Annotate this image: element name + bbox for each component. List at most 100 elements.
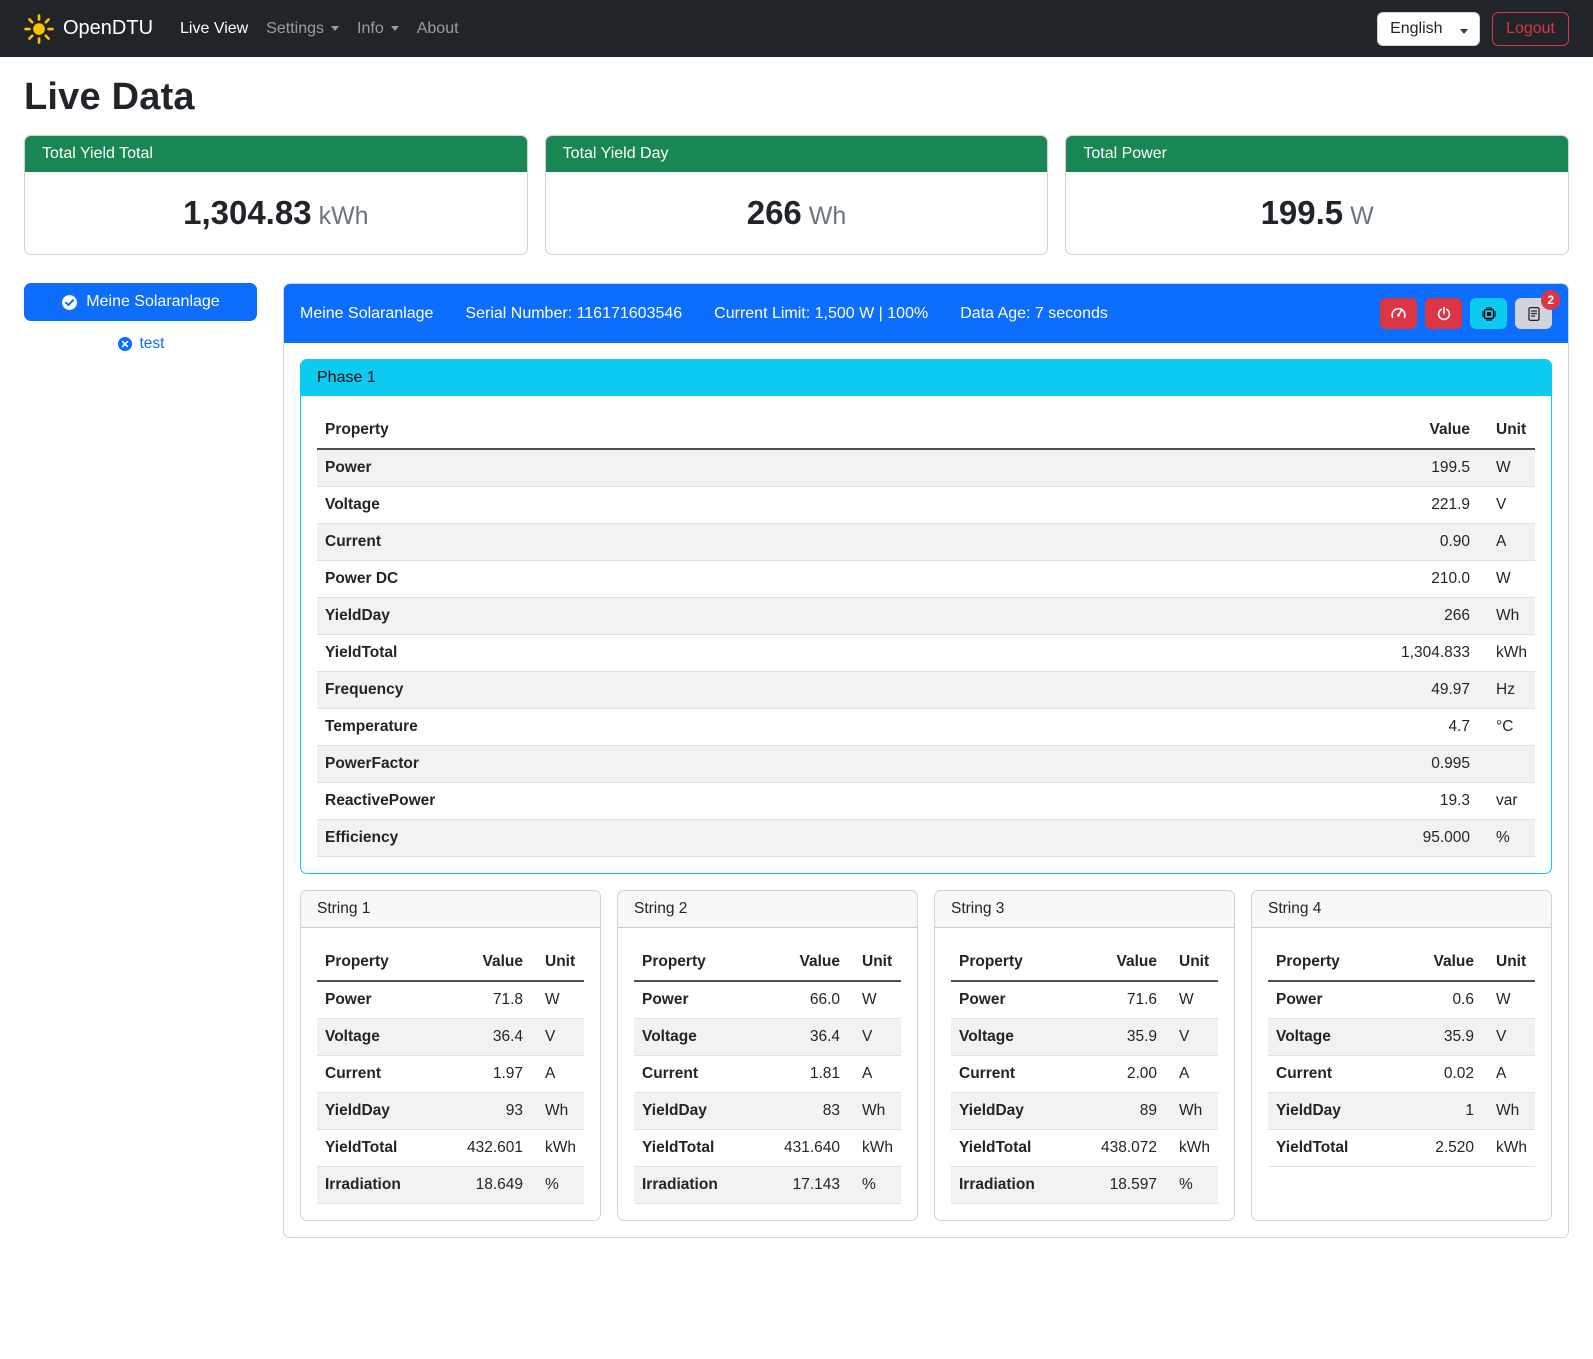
nav-about[interactable]: About <box>408 12 468 46</box>
value-cell: 17.143 <box>754 1167 848 1204</box>
header-property: Property <box>1268 944 1399 981</box>
phase-card: Phase 1 Property Value Unit Power199.5WV… <box>300 359 1552 874</box>
unit-cell: A <box>848 1056 901 1093</box>
string-table: Property Value Unit Power71.8WVoltage36.… <box>317 944 584 1204</box>
value-cell: 35.9 <box>1399 1019 1482 1056</box>
table-row: Current0.90A <box>317 524 1535 561</box>
x-circle-icon <box>117 336 133 352</box>
string-title: String 1 <box>301 891 600 928</box>
property-cell: Temperature <box>317 709 1011 746</box>
table-row: Current2.00A <box>951 1056 1218 1093</box>
table-row: YieldTotal432.601kWh <box>317 1130 584 1167</box>
property-cell: Voltage <box>1268 1019 1399 1056</box>
property-cell: YieldTotal <box>317 635 1011 672</box>
table-row: Irradiation18.649% <box>317 1167 584 1204</box>
property-cell: Power <box>317 981 437 1019</box>
nav-live-view[interactable]: Live View <box>171 12 257 46</box>
logout-button[interactable]: Logout <box>1492 12 1569 46</box>
string-card-3: String 3 Property Value Unit <box>934 890 1235 1221</box>
nav-settings[interactable]: Settings <box>257 12 348 46</box>
navbar: OpenDTU Live View Settings Info About En… <box>0 0 1593 57</box>
value-cell: 2.00 <box>1071 1056 1165 1093</box>
event-log-button[interactable]: 2 <box>1515 298 1552 329</box>
phase-table: Property Value Unit Power199.5WVoltage22… <box>317 412 1535 857</box>
table-row: ReactivePower19.3var <box>317 783 1535 820</box>
table-header-row: Property Value Unit <box>317 944 584 981</box>
unit-cell: V <box>531 1019 584 1056</box>
property-cell: PowerFactor <box>317 746 1011 783</box>
table-header-row: Property Value Unit <box>634 944 901 981</box>
property-cell: YieldDay <box>1268 1093 1399 1130</box>
header-unit: Unit <box>848 944 901 981</box>
string-card-1: String 1 Property Value Unit <box>300 890 601 1221</box>
value-cell: 221.9 <box>1011 487 1478 524</box>
unit-cell: Wh <box>1165 1093 1218 1130</box>
value-cell: 432.601 <box>437 1130 531 1167</box>
card-unit: kWh <box>319 202 369 230</box>
value-cell: 438.072 <box>1071 1130 1165 1167</box>
nav-info[interactable]: Info <box>348 12 408 46</box>
phase-title: Phase 1 <box>301 360 1551 396</box>
brand[interactable]: OpenDTU <box>24 14 153 44</box>
card-title: Total Power <box>1066 136 1568 172</box>
inverter-select-button[interactable]: Meine Solaranlage <box>24 283 257 321</box>
property-cell: Power DC <box>317 561 1011 598</box>
value-cell: 199.5 <box>1011 449 1478 487</box>
device-info-button[interactable] <box>1470 298 1507 329</box>
power-icon <box>1436 306 1452 322</box>
inverter-select-label: Meine Solaranlage <box>86 293 219 311</box>
property-cell: Voltage <box>317 1019 437 1056</box>
property-cell: Current <box>951 1056 1071 1093</box>
nav-info-label: Info <box>357 20 384 38</box>
property-cell: Efficiency <box>317 820 1011 857</box>
unit-cell: W <box>1478 561 1535 598</box>
value-cell: 1 <box>1399 1093 1482 1130</box>
property-cell: Irradiation <box>317 1167 437 1204</box>
header-value: Value <box>437 944 531 981</box>
sun-icon <box>24 14 54 44</box>
property-cell: YieldDay <box>634 1093 754 1130</box>
header-value: Value <box>1011 412 1478 449</box>
property-cell: Frequency <box>317 672 1011 709</box>
power-button[interactable] <box>1425 298 1462 329</box>
summary-cards-row: Total Yield Total 1,304.83kWh Total Yiel… <box>24 135 1569 255</box>
chevron-down-icon <box>391 26 399 31</box>
speedometer-icon <box>1390 305 1407 322</box>
unit-cell: kWh <box>1478 635 1535 672</box>
value-cell: 49.97 <box>1011 672 1478 709</box>
table-row: Efficiency95.000% <box>317 820 1535 857</box>
table-header-row: Property Value Unit <box>951 944 1218 981</box>
check-circle-icon <box>61 294 78 311</box>
property-cell: Current <box>634 1056 754 1093</box>
language-select-value: English <box>1390 20 1442 37</box>
inverter-name: Meine Solaranlage <box>300 305 433 323</box>
header-unit: Unit <box>1478 412 1535 449</box>
unit-cell: Wh <box>1482 1093 1535 1130</box>
value-cell: 0.6 <box>1399 981 1482 1019</box>
value-cell: 95.000 <box>1011 820 1478 857</box>
unit-cell: W <box>531 981 584 1019</box>
table-row: Irradiation17.143% <box>634 1167 901 1204</box>
limit-settings-button[interactable] <box>1380 298 1417 329</box>
value-cell: 4.7 <box>1011 709 1478 746</box>
value-cell: 83 <box>754 1093 848 1130</box>
language-select[interactable]: English <box>1377 12 1480 46</box>
value-cell: 431.640 <box>754 1130 848 1167</box>
unit-cell: % <box>848 1167 901 1204</box>
table-row: Frequency49.97Hz <box>317 672 1535 709</box>
unit-cell: % <box>1165 1167 1218 1204</box>
table-row: YieldDay266Wh <box>317 598 1535 635</box>
unit-cell: kWh <box>848 1130 901 1167</box>
unit-cell: W <box>1478 449 1535 487</box>
property-cell: Power <box>634 981 754 1019</box>
unit-cell: Wh <box>1478 598 1535 635</box>
unit-cell: Wh <box>531 1093 584 1130</box>
current-limit: Current Limit: 1,500 W | 100% <box>714 305 928 323</box>
string-title: String 4 <box>1252 891 1551 928</box>
unit-cell <box>1478 746 1535 783</box>
total-power-card: Total Power 199.5W <box>1065 135 1569 255</box>
inverter-sidebar: Meine Solaranlage test <box>24 283 257 353</box>
string-table: Property Value Unit Power71.6WVoltage35.… <box>951 944 1218 1204</box>
inverter-select-test[interactable]: test <box>24 335 257 353</box>
value-cell: 1,304.833 <box>1011 635 1478 672</box>
